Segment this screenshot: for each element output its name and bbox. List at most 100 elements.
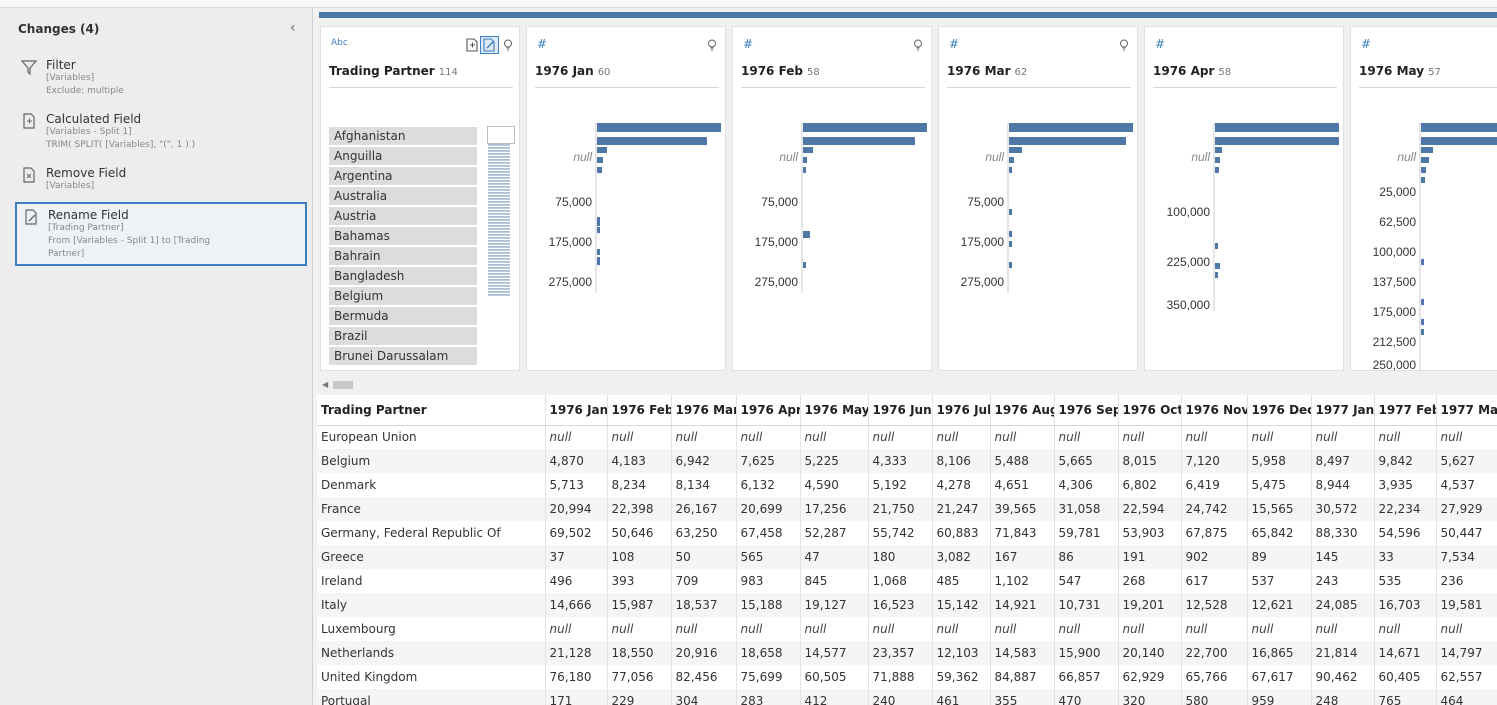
- histogram[interactable]: null 75,000 175,000 275,000: [733, 117, 933, 377]
- mini-scroll-overview[interactable]: [487, 126, 515, 296]
- column-header[interactable]: 1976 May: [800, 395, 869, 426]
- table-row[interactable]: Portugal 171 229 304 283 412 240 461 355 470 320 58…: [317, 689, 1497, 705]
- histogram-bar[interactable]: [1421, 329, 1424, 335]
- histogram-bar[interactable]: [803, 231, 810, 238]
- histogram-bar[interactable]: [803, 123, 927, 132]
- change-item-calculated-field[interactable]: Calculated Field [Variables - Split 1] T…: [15, 108, 307, 156]
- value-list-item[interactable]: Austria: [329, 207, 477, 225]
- number-type-icon[interactable]: #: [949, 37, 959, 51]
- string-type-icon[interactable]: Abc: [331, 38, 348, 48]
- histogram-bar[interactable]: [803, 157, 807, 163]
- profile-card-1976-mar[interactable]: #1976 Mar 62 null 75,000 175,000 275,000: [938, 26, 1138, 371]
- histogram-bar[interactable]: [1421, 167, 1426, 173]
- number-type-icon[interactable]: #: [1361, 37, 1371, 51]
- recommendation-bulb-icon[interactable]: [503, 39, 513, 51]
- histogram-bar[interactable]: [1009, 209, 1012, 215]
- table-row[interactable]: France 20,994 22,398 26,167 20,699 17,256 21,7…: [317, 497, 1497, 521]
- table-row[interactable]: Belgium 4,870 4,183 6,942 7,625 5,225 4,333 8,1…: [317, 449, 1497, 473]
- histogram[interactable]: null 25,000 62,500 100,000 137,500 175,000 212…: [1351, 117, 1497, 377]
- profile-card-1976-feb[interactable]: #1976 Feb 58 null 75,000 175,000 275,000: [732, 26, 932, 371]
- histogram-bar[interactable]: [597, 167, 602, 173]
- table-row[interactable]: Ireland 496 393 709 983 845 1,068 485 1,102 547 26…: [317, 569, 1497, 593]
- histogram-bar[interactable]: [803, 147, 813, 153]
- histogram-bar[interactable]: [1421, 259, 1424, 265]
- column-header[interactable]: 1976 Mar: [671, 395, 737, 426]
- value-list-item[interactable]: Bangladesh: [329, 267, 477, 285]
- histogram[interactable]: null 100,000 225,000 350,000: [1145, 117, 1345, 377]
- histogram-bar[interactable]: [1215, 243, 1218, 249]
- histogram-bar[interactable]: [1421, 137, 1497, 145]
- column-header[interactable]: 1976 Oct: [1118, 395, 1182, 426]
- histogram-bar[interactable]: [1421, 123, 1497, 132]
- column-header[interactable]: 1976 Aug: [990, 395, 1055, 426]
- column-header[interactable]: Trading Partner: [317, 395, 546, 426]
- column-header[interactable]: 1977 Jan: [1311, 395, 1375, 426]
- mini-viewport-box[interactable]: [487, 126, 515, 144]
- value-list-item[interactable]: Anguilla: [329, 147, 477, 165]
- histogram-bar[interactable]: [1421, 147, 1433, 153]
- value-list-item[interactable]: Australia: [329, 187, 477, 205]
- value-list-item[interactable]: Brunei Darussalam: [329, 347, 477, 365]
- histogram-bar[interactable]: [597, 227, 600, 233]
- column-header[interactable]: 1976 Feb: [607, 395, 672, 426]
- histogram-bar[interactable]: [1421, 319, 1424, 325]
- collapse-chevron-icon[interactable]: ‹: [290, 20, 296, 36]
- profile-card-trading-partner[interactable]: Abc Trading Partner 114 Afghanistan Anguil…: [320, 26, 520, 371]
- histogram-bar[interactable]: [1421, 157, 1429, 163]
- value-list-item[interactable]: Argentina: [329, 167, 477, 185]
- histogram-bar[interactable]: [803, 137, 915, 145]
- histogram-bar[interactable]: [1009, 137, 1126, 145]
- recommendation-bulb-icon[interactable]: [913, 39, 923, 51]
- column-header[interactable]: 1976 Dec: [1247, 395, 1312, 426]
- table-row[interactable]: Denmark 5,713 8,234 8,134 6,132 4,590 5,192 4,2…: [317, 473, 1497, 497]
- column-header[interactable]: 1976 Jun: [868, 395, 933, 426]
- histogram-bar[interactable]: [597, 147, 607, 153]
- table-row[interactable]: Germany, Federal Republic Of 69,502 50,646…: [317, 521, 1497, 545]
- histogram-bar[interactable]: [1215, 157, 1220, 163]
- histogram-bar[interactable]: [597, 137, 707, 145]
- histogram-bar[interactable]: [597, 123, 721, 132]
- histogram-bar[interactable]: [1009, 123, 1133, 132]
- histogram-bar[interactable]: [1009, 147, 1022, 153]
- histogram-bar[interactable]: [1009, 262, 1012, 268]
- value-list-item[interactable]: Bahamas: [329, 227, 477, 245]
- histogram-bar[interactable]: [1009, 231, 1012, 237]
- column-header[interactable]: 1976 Sep: [1054, 395, 1119, 426]
- value-list-item[interactable]: Bermuda: [329, 307, 477, 325]
- column-header[interactable]: 1976 Jan: [545, 395, 608, 426]
- calculated-field-icon[interactable]: [465, 38, 479, 52]
- horizontal-scrollbar-thumb[interactable]: [333, 381, 353, 389]
- histogram-bar[interactable]: [597, 249, 600, 255]
- table-row[interactable]: Luxembourg null null null null null null null nu…: [317, 617, 1497, 641]
- histogram-bar[interactable]: [1421, 299, 1424, 305]
- profile-card-1976-jan[interactable]: #1976 Jan 60 null 75,000 175,000 275,000: [526, 26, 726, 371]
- histogram[interactable]: null 75,000 175,000 275,000: [527, 117, 727, 377]
- histogram-bar[interactable]: [1215, 263, 1220, 269]
- recommendation-bulb-icon[interactable]: [707, 39, 717, 51]
- histogram-bar[interactable]: [1215, 137, 1339, 145]
- histogram-bar[interactable]: [1421, 177, 1425, 183]
- value-list-item[interactable]: Bahrain: [329, 247, 477, 265]
- column-header[interactable]: 1977 Feb: [1374, 395, 1437, 426]
- table-row[interactable]: Italy 14,666 15,987 18,537 15,188 19,127 16,52…: [317, 593, 1497, 617]
- change-item-remove-field[interactable]: Remove Field [Variables]: [15, 162, 307, 197]
- table-row[interactable]: Greece 37 108 50 565 47 180 3,082 167 86 191 902 89 1…: [317, 545, 1497, 569]
- table-row[interactable]: United Kingdom 76,180 77,056 82,456 75,699 60…: [317, 665, 1497, 689]
- histogram-bar[interactable]: [597, 157, 603, 163]
- number-type-icon[interactable]: #: [537, 37, 547, 51]
- value-list-item[interactable]: Belgium: [329, 287, 477, 305]
- histogram-bar[interactable]: [597, 217, 600, 226]
- column-header[interactable]: 1977 Mar: [1436, 395, 1497, 426]
- value-list-item[interactable]: Afghanistan: [329, 127, 477, 145]
- profile-card-1976-may[interactable]: #1976 May 57 null 25,000 62,500 100,000 137,50…: [1350, 26, 1497, 372]
- table-row[interactable]: Netherlands 21,128 18,550 20,916 18,658 14,57…: [317, 641, 1497, 665]
- recommendation-bulb-icon[interactable]: [1119, 39, 1129, 51]
- histogram-bar[interactable]: [1215, 147, 1222, 153]
- column-header[interactable]: 1976 Apr: [736, 395, 801, 426]
- histogram-bar[interactable]: [1009, 241, 1012, 247]
- histogram[interactable]: null 75,000 175,000 275,000: [939, 117, 1139, 377]
- value-list-item[interactable]: Brazil: [329, 327, 477, 345]
- number-type-icon[interactable]: #: [1155, 37, 1165, 51]
- profile-card-1976-apr[interactable]: #1976 Apr 58 null 100,000 225,000 350,000: [1144, 26, 1344, 371]
- change-item-rename-field[interactable]: Rename Field [Trading Partner] From [Var…: [15, 202, 307, 266]
